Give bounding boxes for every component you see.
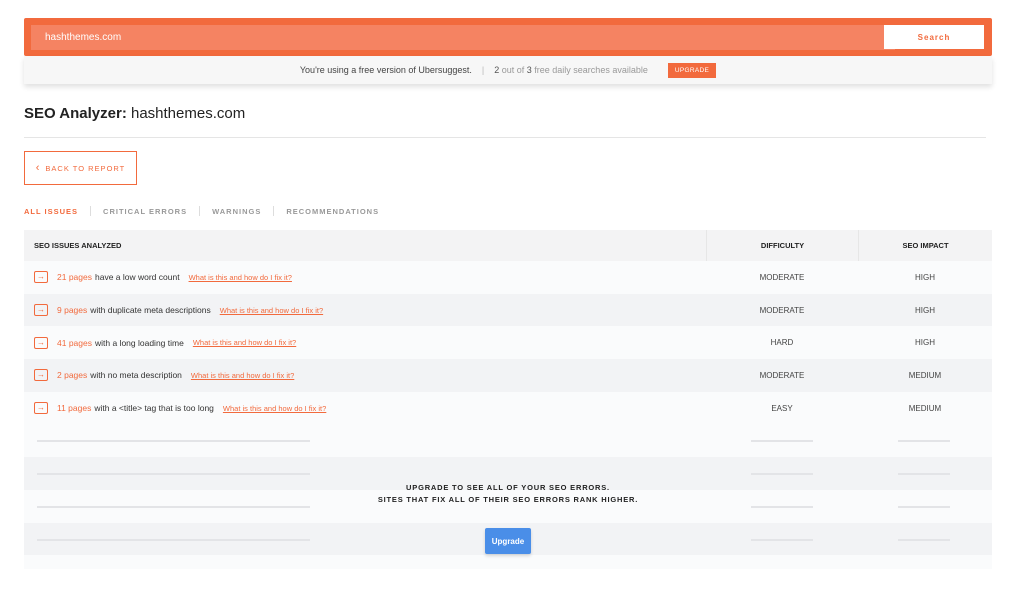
difficulty-value: MODERATE xyxy=(759,305,805,315)
seo-impact-value: MEDIUM xyxy=(908,403,942,413)
column-header-difficulty: DIFFICULTY xyxy=(706,230,858,261)
expand-arrow-icon[interactable]: → xyxy=(34,369,48,382)
expand-arrow-icon[interactable]: → xyxy=(34,402,48,415)
table-row[interactable]: → 21 pages have a low word count What is… xyxy=(24,261,992,294)
expand-arrow-icon[interactable]: → xyxy=(34,304,48,317)
help-link[interactable]: What is this and how do I fix it? xyxy=(223,404,326,413)
chevron-left-icon: ‹ xyxy=(35,162,41,174)
difficulty-value: HARD xyxy=(770,338,794,348)
table-row[interactable]: → 41 pages with a long loading time What… xyxy=(24,326,992,360)
upgrade-button[interactable]: Upgrade xyxy=(485,528,531,554)
difficulty-value: MODERATE xyxy=(759,272,805,282)
issue-cell: → 9 pages with duplicate meta descriptio… xyxy=(24,304,706,317)
issue-description: with no meta description xyxy=(90,370,182,381)
free-version-message: You're using a free version of Ubersugge… xyxy=(299,65,472,75)
placeholder-bar xyxy=(898,505,950,508)
help-link[interactable]: What is this and how do I fix it? xyxy=(220,306,323,315)
upgrade-badge-button[interactable]: UPGRADE xyxy=(667,62,717,78)
issue-cell: → 2 pages with no meta description What … xyxy=(24,369,706,382)
placeholder-bar xyxy=(751,505,813,508)
expand-arrow-icon[interactable]: → xyxy=(34,336,48,349)
search-usage: 2 out of 3 free daily searches available xyxy=(494,65,648,75)
help-link[interactable]: What is this and how do I fix it? xyxy=(193,338,296,347)
page-title-domain: hashthemes.com xyxy=(126,105,246,122)
table-row[interactable]: → 9 pages with duplicate meta descriptio… xyxy=(24,293,992,327)
upsell-line-1: UPGRADE TO SEE ALL OF YOUR SEO ERRORS. xyxy=(406,483,610,492)
table-row[interactable]: → 11 pages with a <title> tag that is to… xyxy=(24,391,992,425)
tab-critical-errors[interactable]: CRITICAL ERRORS xyxy=(103,207,187,216)
help-link[interactable]: What is this and how do I fix it? xyxy=(191,371,294,380)
locked-placeholder-row xyxy=(24,424,992,458)
issue-page-count[interactable]: 9 pages xyxy=(57,305,87,315)
search-input[interactable] xyxy=(31,25,895,50)
table-row[interactable]: → 2 pages with no meta description What … xyxy=(24,359,992,392)
free-version-banner: You're using a free version of Ubersugge… xyxy=(24,56,992,84)
usage-out-of: out of xyxy=(499,65,527,75)
difficulty-value: MODERATE xyxy=(759,370,805,380)
table-header: SEO ISSUES ANALYZED DIFFICULTY SEO IMPAC… xyxy=(24,230,992,261)
locked-placeholder-row xyxy=(24,555,992,570)
upsell-line-2: SITES THAT FIX ALL OF THEIR SEO ERRORS R… xyxy=(377,495,639,504)
upgrade-upsell-message: UPGRADE TO SEE ALL OF YOUR SEO ERRORS. S… xyxy=(24,482,992,506)
search-button[interactable]: Search xyxy=(884,25,984,49)
tab-divider xyxy=(273,206,275,216)
issue-description: with duplicate meta descriptions xyxy=(90,305,211,316)
issue-page-count[interactable]: 2 pages xyxy=(57,370,87,380)
back-to-report-button[interactable]: ‹ BACK TO REPORT xyxy=(24,151,137,185)
issue-description: with a <title> tag that is too long xyxy=(94,403,214,414)
issue-description: have a low word count xyxy=(94,272,180,283)
seo-impact-value: HIGH xyxy=(915,305,935,315)
issue-cell: → 41 pages with a long loading time What… xyxy=(24,336,706,349)
column-header-issues: SEO ISSUES ANALYZED xyxy=(34,241,122,250)
tab-divider xyxy=(199,206,201,216)
issue-description: with a long loading time xyxy=(94,337,184,348)
issue-cell: → 21 pages have a low word count What is… xyxy=(24,271,706,284)
back-to-report-label: BACK TO REPORT xyxy=(45,163,126,173)
expand-arrow-icon[interactable]: → xyxy=(34,271,48,284)
page-title: SEO Analyzer: hashthemes.com xyxy=(24,105,245,122)
page-title-label: SEO Analyzer: xyxy=(24,105,127,122)
tab-all-issues[interactable]: ALL ISSUES xyxy=(24,207,78,216)
banner-divider: | xyxy=(481,65,485,75)
placeholder-bar xyxy=(37,440,310,443)
tab-warnings[interactable]: WARNINGS xyxy=(212,207,261,216)
placeholder-bar xyxy=(37,473,310,476)
placeholder-bar xyxy=(751,440,813,443)
difficulty-value: EASY xyxy=(771,403,793,413)
placeholder-bar xyxy=(751,473,813,476)
search-bar: Search xyxy=(24,18,992,56)
help-link[interactable]: What is this and how do I fix it? xyxy=(189,273,292,282)
issue-page-count[interactable]: 21 pages xyxy=(57,272,92,282)
issue-cell: → 11 pages with a <title> tag that is to… xyxy=(24,402,706,415)
tab-divider xyxy=(90,206,92,216)
placeholder-bar xyxy=(898,538,950,541)
placeholder-bar xyxy=(898,440,950,443)
placeholder-bar xyxy=(898,473,950,476)
seo-impact-value: HIGH xyxy=(915,338,935,348)
seo-issues-table: SEO ISSUES ANALYZED DIFFICULTY SEO IMPAC… xyxy=(24,230,992,570)
title-divider xyxy=(24,137,986,138)
usage-suffix: free daily searches available xyxy=(531,65,648,75)
column-header-seo-impact: SEO IMPACT xyxy=(858,230,992,261)
placeholder-bar xyxy=(37,505,310,508)
issue-page-count[interactable]: 11 pages xyxy=(57,403,91,413)
tab-recommendations[interactable]: RECOMMENDATIONS xyxy=(286,207,379,216)
seo-impact-value: HIGH xyxy=(915,272,935,282)
filter-tabs: ALL ISSUES CRITICAL ERRORS WARNINGS RECO… xyxy=(24,206,379,216)
placeholder-bar xyxy=(37,538,310,541)
issue-page-count[interactable]: 41 pages xyxy=(57,338,92,348)
seo-impact-value: MEDIUM xyxy=(908,370,942,380)
placeholder-bar xyxy=(751,538,813,541)
